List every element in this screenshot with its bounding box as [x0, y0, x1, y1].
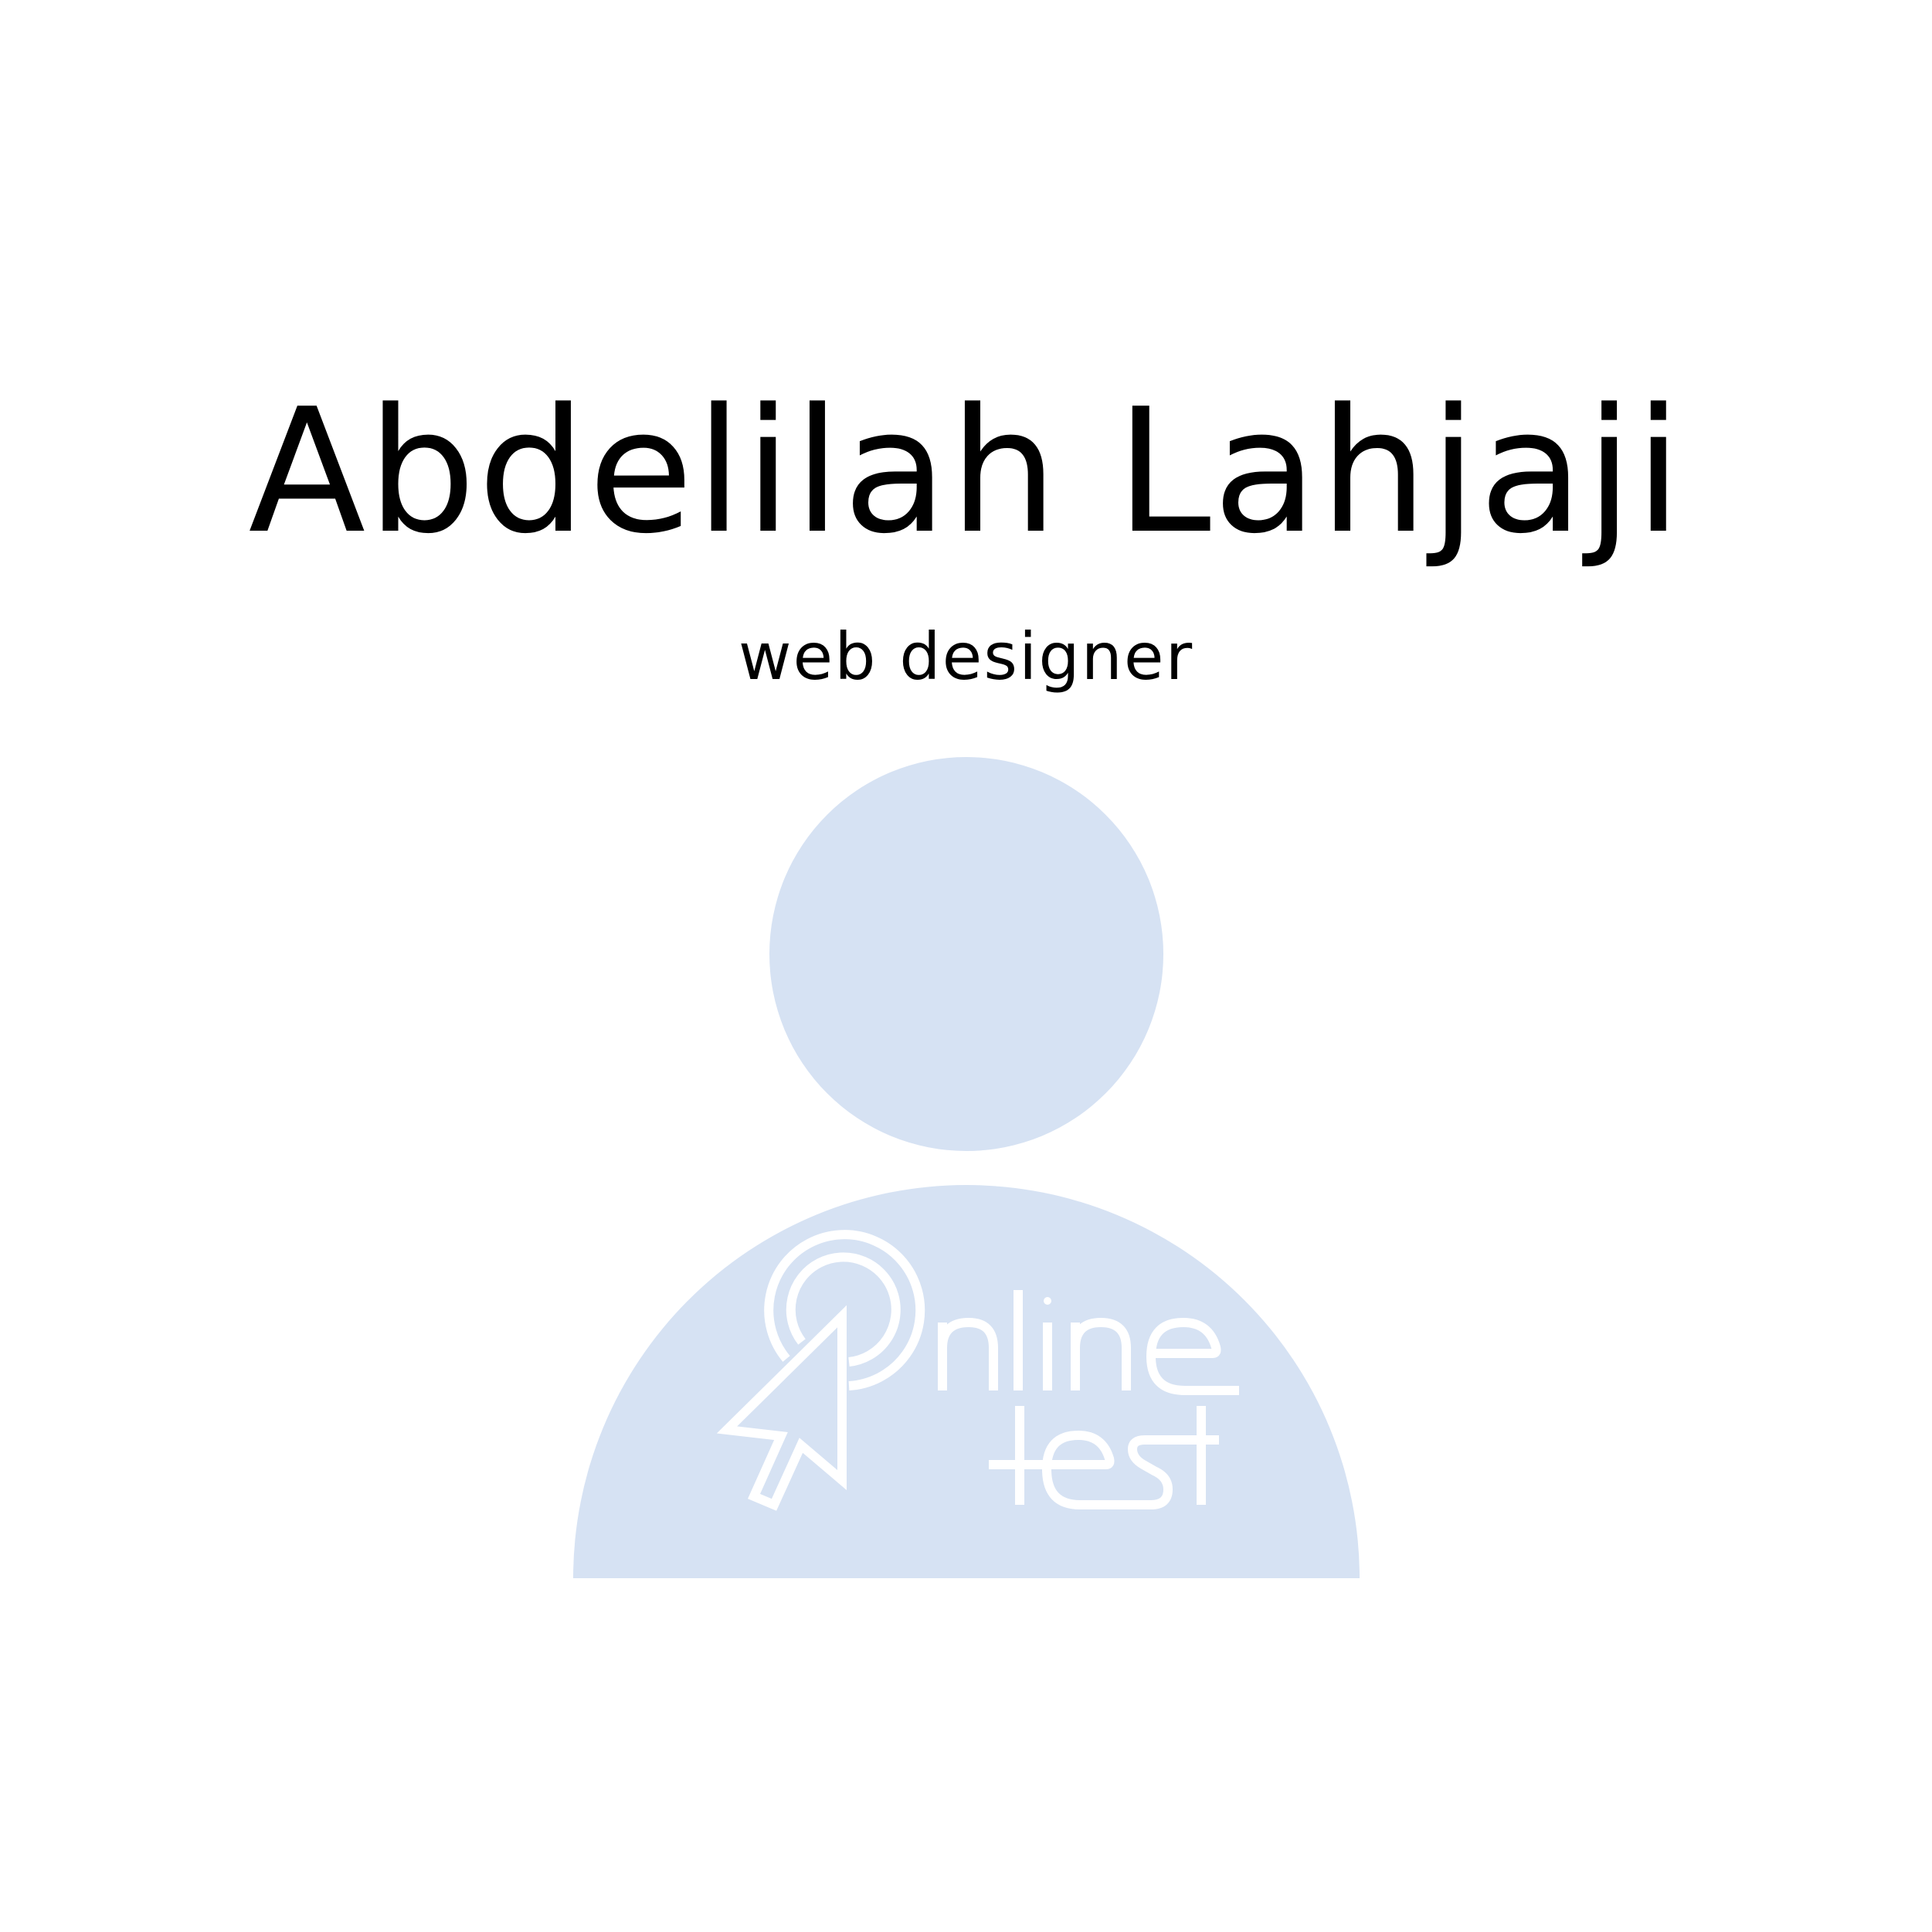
avatar-body [573, 1185, 1360, 1578]
avatar-head [769, 757, 1163, 1151]
user-silhouette-icon [573, 757, 1360, 1578]
